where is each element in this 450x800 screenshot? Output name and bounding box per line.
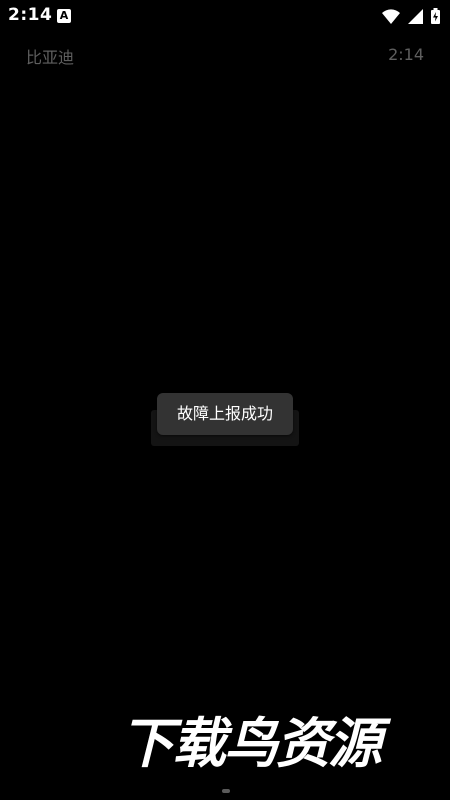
status-icons bbox=[382, 7, 440, 25]
bottom-indicator bbox=[222, 789, 230, 793]
watermark-logo: 下载鸟资源 bbox=[120, 712, 382, 775]
battery-charging-icon bbox=[431, 8, 440, 24]
signal-icon bbox=[408, 8, 423, 24]
status-bar: 2:14 A bbox=[0, 0, 450, 32]
status-time: 2:14 bbox=[8, 5, 53, 25]
app-title: 比亚迪 bbox=[26, 48, 75, 67]
app-screen: 2:14 A 比亚迪 2:14 故障上报 故障上报成功 下载鸟资源 bbox=[0, 0, 450, 800]
wifi-icon bbox=[382, 8, 400, 24]
header-time: 2:14 bbox=[388, 45, 424, 64]
notification-icon: A bbox=[57, 9, 71, 23]
notification-icon-letter: A bbox=[59, 9, 69, 22]
toast-message: 故障上报成功 bbox=[157, 393, 293, 435]
